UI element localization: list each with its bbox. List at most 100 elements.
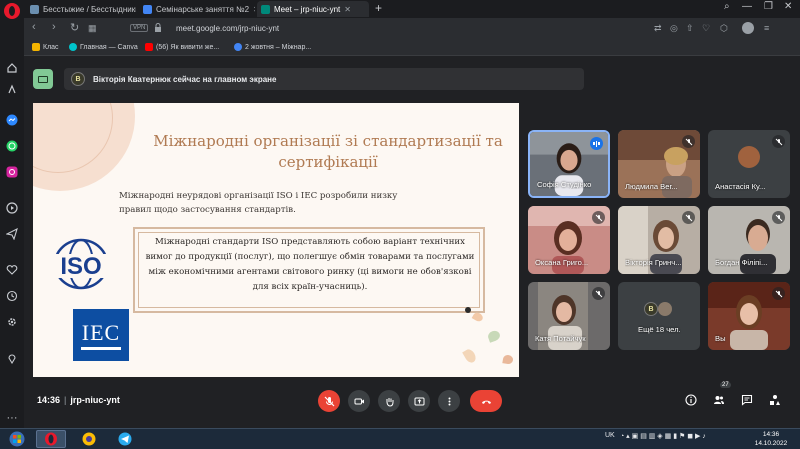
bookmark-item[interactable]: Клас	[32, 43, 59, 51]
participant-tile[interactable]: Оксана Григо...	[528, 206, 610, 274]
participant-count-badge: 27	[720, 382, 731, 388]
bookmark-favicon	[32, 43, 40, 51]
participant-name: Софія Студінко	[537, 180, 592, 189]
bookmark-label: (56) Як вивити же...	[156, 43, 220, 51]
bookmark-item[interactable]: 2 жовтня – Міжнар...	[234, 43, 311, 51]
settings-icon[interactable]	[4, 314, 20, 330]
menu-icon[interactable]: ≡	[764, 23, 769, 33]
browser-icon	[82, 432, 96, 446]
meeting-info: 14:36 | jrp-niuc-ynt	[37, 395, 120, 405]
people-icon[interactable]	[712, 393, 726, 407]
taskbar-telegram[interactable]	[110, 430, 140, 448]
mic-off-icon	[772, 287, 785, 300]
bookmark-heart-icon[interactable]: ♡	[702, 23, 710, 34]
video-camera-icon	[354, 398, 364, 404]
participant-tile[interactable]: Богдан Філіпі...	[708, 206, 790, 274]
meeting-details-icon[interactable]	[684, 393, 698, 407]
bookmark-favicon	[69, 43, 77, 51]
camera-icon[interactable]: ◎	[670, 23, 678, 34]
new-tab-button[interactable]: +	[375, 1, 382, 15]
window-close-button[interactable]: ✕	[784, 1, 792, 12]
easy-setup-icon[interactable]: ⇄	[654, 23, 662, 34]
mic-off-icon	[592, 287, 605, 300]
send-icon[interactable]	[4, 226, 20, 242]
url-field[interactable]: meet.google.com/jrp-niuc-ynt	[176, 24, 279, 33]
more-options-button[interactable]	[438, 390, 460, 412]
tiles-icon[interactable]: ▦	[88, 23, 97, 34]
bookmark-item[interactable]: Главная — Canva	[69, 43, 138, 51]
chat-icon[interactable]	[740, 393, 754, 407]
minimize-button[interactable]: —	[742, 1, 752, 12]
opera-menu-icon[interactable]	[4, 3, 20, 19]
bookmark-item[interactable]: (56) Як вивити же...	[145, 43, 219, 51]
participant-tile[interactable]: Вікторія Гринч...	[618, 206, 700, 274]
participant-name: Вікторія Гринч...	[625, 258, 682, 267]
participant-tile[interactable]: Анастасія Ку...	[708, 130, 790, 198]
decorative-dot	[465, 307, 471, 313]
instagram-icon[interactable]	[4, 164, 20, 180]
home-icon[interactable]	[4, 60, 20, 76]
player-icon[interactable]	[4, 200, 20, 216]
location-icon[interactable]	[4, 350, 20, 366]
present-icon	[414, 397, 424, 405]
whatsapp-icon[interactable]	[4, 138, 20, 154]
more-icon[interactable]: ···	[4, 410, 20, 426]
tab-1[interactable]: Бесстыжие / Бесстыдники ✕	[26, 1, 136, 17]
taskbar-clock[interactable]: 14:36 14.10.2022	[750, 430, 792, 448]
tab-3-active[interactable]: Meet – jrp-niuc-ynt ✕	[257, 1, 369, 17]
messenger-icon[interactable]	[4, 112, 20, 128]
forward-icon[interactable]: ›	[52, 21, 56, 33]
more-participants-tile[interactable]: В Ещё 18 чел.	[618, 282, 700, 350]
meeting-code[interactable]: jrp-niuc-ynt	[70, 395, 120, 405]
presentation-icon[interactable]	[33, 69, 53, 89]
mic-off-icon	[592, 211, 605, 224]
decorative-leaf	[502, 354, 514, 365]
tab-2[interactable]: Семінарське заняття №2 ✕	[139, 1, 255, 17]
participant-name: Людмила Вег...	[625, 182, 678, 191]
mic-toggle-button[interactable]	[318, 390, 340, 412]
more-vert-icon	[448, 397, 450, 405]
present-screen-button[interactable]	[408, 390, 430, 412]
participant-name: Катя Потайчук	[535, 334, 586, 343]
history-icon[interactable]	[4, 288, 20, 304]
speed-dial-icon[interactable]	[4, 82, 20, 98]
decorative-leaf	[462, 347, 478, 365]
participant-name: Вы	[715, 334, 726, 343]
speaking-indicator-icon	[590, 137, 603, 150]
self-tile[interactable]: Вы	[708, 282, 790, 350]
raise-hand-button[interactable]	[378, 390, 400, 412]
participant-tile[interactable]: Софія Студінко	[528, 130, 610, 198]
participant-name: Богдан Філіпі...	[715, 258, 768, 267]
windows-taskbar: UK ◔ ▴ ▣ ▤ ▥ ◈ ▦ ▮ ⚑ ◼ ▶ ♪ 14:36 14.10.2…	[0, 428, 800, 449]
lock-icon[interactable]	[154, 23, 162, 32]
leave-call-button[interactable]	[470, 390, 502, 412]
participant-tile[interactable]: Людмила Вег...	[618, 130, 700, 198]
taskbar-chrome[interactable]	[74, 430, 104, 448]
close-icon[interactable]: ✕	[344, 5, 351, 14]
participant-tile[interactable]: Катя Потайчук	[528, 282, 610, 350]
maximize-button[interactable]: ❐	[764, 1, 773, 12]
language-indicator[interactable]: UK	[605, 432, 615, 439]
bookmark-favicon	[145, 43, 153, 51]
iso-logo-text: ISO	[60, 253, 101, 280]
tab-favicon	[143, 4, 152, 14]
back-icon[interactable]: ‹	[32, 21, 36, 33]
close-icon[interactable]: ✕	[253, 5, 255, 14]
share-icon[interactable]: ⇧	[686, 23, 694, 34]
activities-icon[interactable]	[768, 393, 782, 407]
tab-label: Семінарське заняття №2	[156, 4, 250, 14]
reload-icon[interactable]: ↻	[70, 21, 79, 34]
tab-favicon	[261, 4, 270, 14]
hang-up-icon	[481, 400, 491, 404]
search-tabs-icon[interactable]: ⌕	[724, 1, 730, 12]
windows-start-button[interactable]	[4, 430, 30, 448]
presenter-banner-text: Вікторія Кватернюк сейчас на главном экр…	[93, 74, 277, 84]
vpn-badge[interactable]: VPN	[130, 24, 149, 32]
camera-toggle-button[interactable]	[348, 390, 370, 412]
bookmark-label: Клас	[43, 43, 59, 51]
tray-icons[interactable]: ◔ ▴ ▣ ▤ ▥ ◈ ▦ ▮ ⚑ ◼ ▶ ♪	[620, 432, 706, 440]
profile-avatar[interactable]	[742, 22, 754, 34]
heart-icon[interactable]	[4, 262, 20, 278]
taskbar-opera[interactable]	[36, 430, 66, 448]
extensions-icon[interactable]: ⬡	[720, 23, 728, 34]
